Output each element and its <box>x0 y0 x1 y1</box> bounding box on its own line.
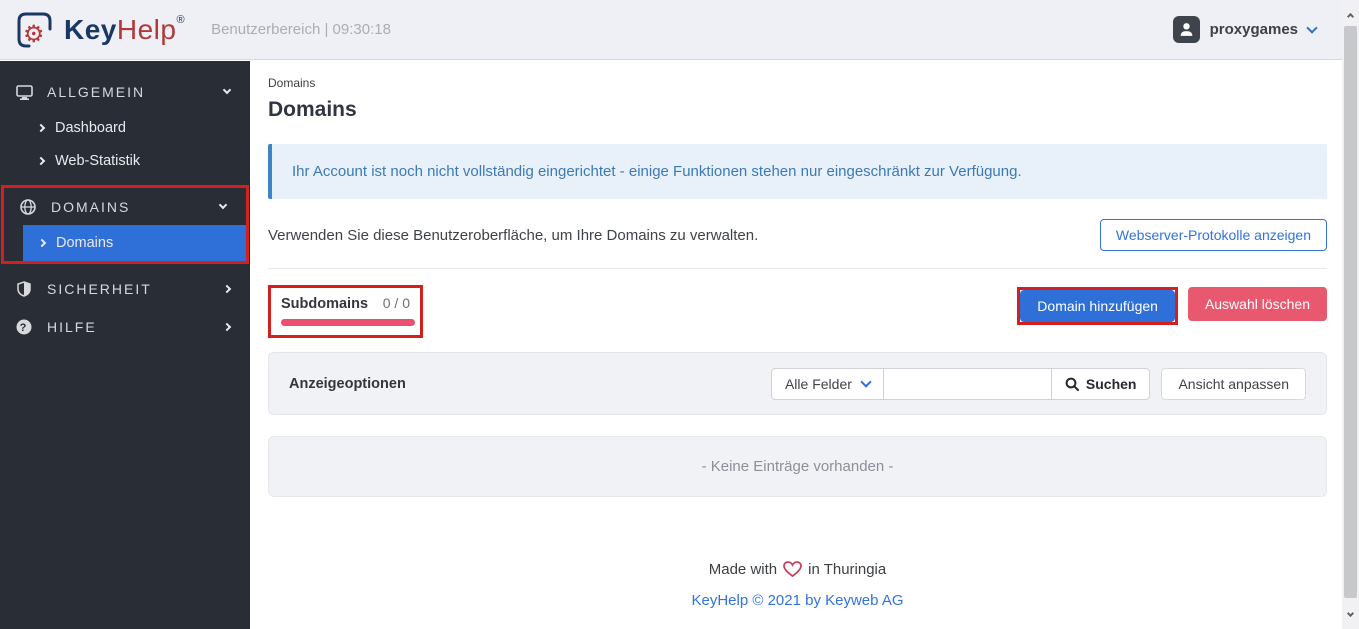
annotation-box-domains-section: DOMAINS Domains <box>1 185 249 264</box>
made-with-line: Made with in Thuringia <box>709 561 886 578</box>
search-button[interactable]: Suchen <box>1051 367 1151 400</box>
svg-text:?: ? <box>20 322 29 334</box>
sidebar-item-label: Dashboard <box>55 119 126 136</box>
sidebar-item-web-statistik[interactable]: Web-Statistik <box>0 144 250 177</box>
chevron-right-icon <box>37 238 47 248</box>
keyhelp-page: ⚙ KeyHelp® Benutzerbereich | 09:30:18 pr… <box>0 0 1359 629</box>
vertical-scrollbar[interactable] <box>1342 0 1359 629</box>
keyhelp-logo-text: KeyHelp® <box>64 13 186 45</box>
search-group: Alle Felder Suchen <box>770 367 1151 400</box>
sidebar-section-label: ALLGEMEIN <box>47 84 146 100</box>
delete-selection-button[interactable]: Auswahl löschen <box>1187 287 1327 321</box>
display-options-panel: Anzeigeoptionen Alle Felder Suchen Ansic… <box>268 352 1327 415</box>
person-icon <box>1180 23 1192 36</box>
question-icon: ? <box>13 319 35 335</box>
intro-text: Verwenden Sie diese Benutzeroberfläche, … <box>268 226 759 244</box>
topbar: ⚙ KeyHelp® Benutzerbereich | 09:30:18 pr… <box>0 0 1342 60</box>
sidebar-item-domains-active[interactable]: Domains <box>23 225 246 261</box>
scrollbar-down-arrow[interactable] <box>1342 606 1359 623</box>
made-with-text: Made with <box>708 561 778 578</box>
main-content: Domains Domains Ihr Account ist noch nic… <box>250 61 1342 629</box>
copyright-link[interactable]: KeyHelp © 2021 by Keyweb AG <box>691 592 903 609</box>
sidebar-item-dashboard[interactable]: Dashboard <box>0 111 250 144</box>
display-options-label: Anzeigeoptionen <box>289 375 406 392</box>
quota-progress-bar <box>281 319 415 326</box>
info-alert-text: Ihr Account ist noch nicht vollständig e… <box>292 163 1022 180</box>
quota-label: Subdomains <box>281 296 369 312</box>
location-text: in Thuringia <box>808 561 887 578</box>
chevron-down-icon <box>860 375 872 388</box>
area-and-clock: Benutzerbereich | 09:30:18 <box>211 21 391 38</box>
info-alert: Ihr Account ist noch nicht vollständig e… <box>268 144 1327 199</box>
sidebar-section-domains[interactable]: DOMAINS <box>4 188 246 225</box>
add-domain-button[interactable]: Domain hinzufügen <box>1020 290 1175 322</box>
search-icon <box>1065 377 1079 391</box>
webserver-logs-button[interactable]: Webserver-Protokolle anzeigen <box>1099 219 1327 251</box>
sidebar-section-sicherheit[interactable]: SICHERHEIT <box>0 270 250 308</box>
sidebar-section-allgemein[interactable]: ALLGEMEIN <box>0 73 250 111</box>
scrollbar-thumb[interactable] <box>1344 26 1357 598</box>
user-avatar <box>1172 16 1200 43</box>
chevron-right-icon <box>222 322 232 332</box>
sidebar: ALLGEMEIN Dashboard Web-Statistik DOMAIN… <box>0 61 250 629</box>
search-area: Alle Felder Suchen Ansicht anpassen <box>770 367 1306 400</box>
chevron-right-icon <box>222 284 232 294</box>
footer: Made with in Thuringia KeyHelp © 2021 by… <box>268 561 1327 609</box>
shield-icon <box>13 281 35 297</box>
search-button-label: Suchen <box>1085 375 1137 392</box>
chevron-right-icon <box>36 156 46 165</box>
keyhelp-logo-icon: ⚙ <box>14 9 56 51</box>
annotation-box-subdomains: Subdomains 0 / 0 <box>268 285 423 338</box>
field-select[interactable]: Alle Felder <box>770 367 884 400</box>
customize-view-button[interactable]: Ansicht anpassen <box>1161 367 1306 400</box>
heart-icon <box>783 561 803 578</box>
globe-icon <box>17 198 39 215</box>
action-buttons: Domain hinzufügen Auswahl löschen <box>1017 287 1327 325</box>
gear-icon: ⚙ <box>23 20 45 48</box>
sidebar-section-label: HILFE <box>47 319 97 335</box>
user-menu[interactable]: proxygames <box>1172 16 1318 43</box>
monitor-icon <box>13 84 35 100</box>
annotation-box-add-domain: Domain hinzufügen <box>1017 287 1178 325</box>
empty-state-panel: - Keine Einträge vorhanden - <box>268 436 1327 497</box>
sidebar-section-hilfe[interactable]: ? HILFE <box>0 308 250 346</box>
sidebar-section-label: SICHERHEIT <box>47 281 152 297</box>
sidebar-item-label: Domains <box>56 235 114 251</box>
search-input[interactable] <box>883 367 1052 400</box>
breadcrumb[interactable]: Domains <box>268 76 1327 90</box>
empty-state-text: - Keine Einträge vorhanden - <box>701 458 894 475</box>
username-label: proxygames <box>1209 21 1298 38</box>
sidebar-item-label: Web-Statistik <box>55 152 141 169</box>
page-title: Domains <box>268 98 357 121</box>
chevron-down-icon <box>1306 21 1318 34</box>
intro-row: Verwenden Sie diese Benutzeroberfläche, … <box>268 219 1327 251</box>
quota-row: Subdomains 0 / 0 Domain hinzufügen Auswa… <box>268 285 1327 338</box>
chevron-down-icon <box>222 85 232 95</box>
quota-value: 0 / 0 <box>382 295 410 311</box>
keyhelp-logo[interactable]: ⚙ KeyHelp® <box>14 9 185 51</box>
subdomains-quota: Subdomains 0 / 0 <box>281 295 410 312</box>
sidebar-section-label: DOMAINS <box>51 198 131 215</box>
field-select-value: Alle Felder <box>784 375 852 392</box>
chevron-right-icon <box>36 123 46 132</box>
chevron-down-icon <box>218 200 228 209</box>
scrollbar-up-arrow[interactable] <box>1342 6 1359 23</box>
divider <box>268 268 1327 269</box>
